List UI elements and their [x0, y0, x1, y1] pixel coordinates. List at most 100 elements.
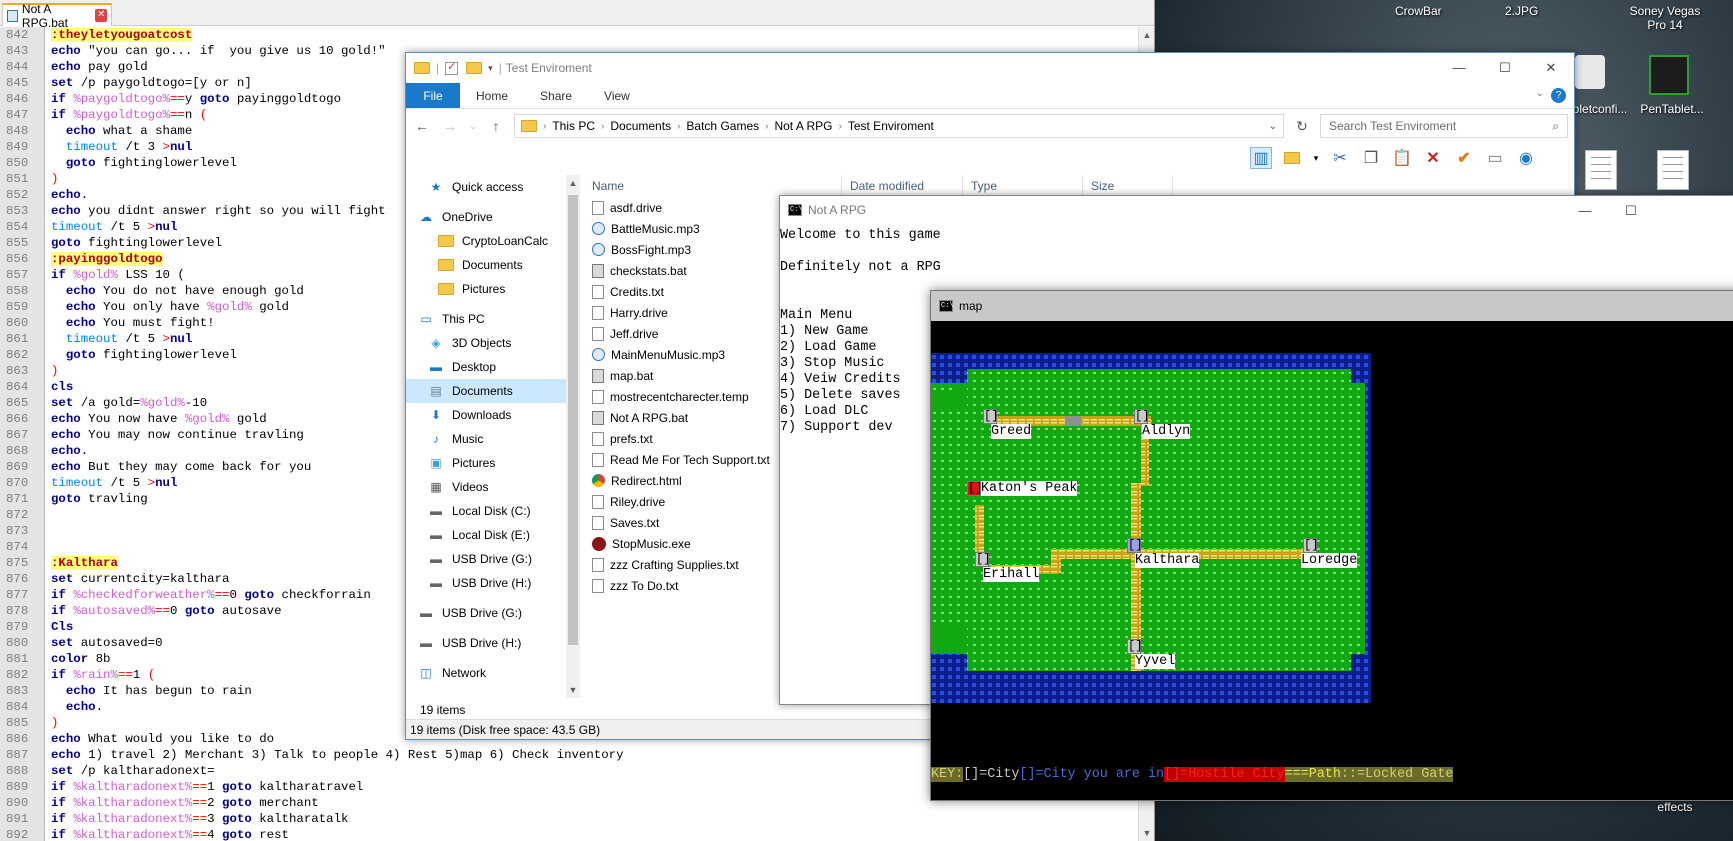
explorer-titlebar[interactable]: | ✓ ▾ | Test Enviroment — ☐ ✕ [406, 53, 1574, 83]
scroll-thumb[interactable] [568, 195, 578, 645]
desktop-icon-label[interactable]: 2.JPG [1505, 4, 1538, 18]
console-titlebar[interactable]: C:\ Not A RPG — ☐ [780, 196, 1733, 224]
back-arrow-icon[interactable]: ← [412, 118, 432, 134]
close-button[interactable]: ✕ [1528, 53, 1574, 83]
city-label-aldlyn[interactable]: Aldlyn [1142, 424, 1191, 439]
city-marker[interactable]: [] [983, 409, 998, 424]
nav-item[interactable]: ▬ Local Disk (E:) [406, 523, 573, 547]
delete-icon[interactable]: ✕ [1422, 147, 1444, 169]
minimize-button[interactable]: — [1436, 53, 1482, 83]
nav-item[interactable]: ▬ USB Drive (H:) [406, 631, 573, 655]
column-header-date-modified[interactable]: Date modified [842, 175, 963, 197]
scroll-down-icon[interactable]: ▼ [566, 682, 580, 698]
tab-file[interactable]: File [406, 83, 460, 108]
column-header-type[interactable]: Type [963, 175, 1083, 197]
nav-item[interactable]: ▬ USB Drive (G:) [406, 601, 573, 625]
city-marker[interactable]: [] [1303, 538, 1318, 553]
breadcrumb-item[interactable]: Documents [610, 119, 671, 133]
chevron-right-icon[interactable]: › [765, 121, 768, 132]
rename-icon[interactable]: ▭ [1484, 147, 1506, 169]
city-label-katons-peak[interactable]: Katon's Peak [981, 481, 1078, 496]
desktop-icon-label[interactable]: effects [1645, 800, 1705, 814]
document-icon[interactable] [1585, 150, 1617, 190]
breadcrumb-item[interactable]: Batch Games [686, 119, 759, 133]
city-label-erihall[interactable]: Erihall [983, 567, 1040, 582]
breadcrumb-item[interactable]: Not A RPG [774, 119, 832, 133]
desktop-icon-label[interactable]: Soney Vegas Pro 14 [1625, 4, 1705, 32]
city-marker[interactable]: [] [1134, 409, 1149, 424]
help-icon[interactable]: ? [1551, 88, 1566, 103]
maximize-button[interactable]: ☐ [1608, 196, 1654, 226]
scroll-up-icon[interactable]: ▲ [1139, 27, 1155, 43]
map-titlebar[interactable]: C:\ map [931, 291, 1733, 321]
address-dropdown-icon[interactable]: ⌄ [1269, 121, 1277, 132]
city-marker[interactable]: [] [975, 552, 990, 567]
nav-item[interactable]: ▭ This PC [406, 307, 573, 331]
chevron-down-icon[interactable]: ▾ [1312, 147, 1320, 169]
address-bar[interactable]: › This PC › Documents › Batch Games › No… [514, 114, 1284, 138]
scroll-up-icon[interactable]: ▲ [566, 175, 580, 191]
navigation-scrollbar[interactable]: ▲ ▼ [566, 175, 580, 698]
city-marker[interactable]: [] [1127, 639, 1142, 654]
chevron-right-icon[interactable]: › [543, 121, 546, 132]
properties-icon[interactable]: ◉ [1515, 147, 1537, 169]
editor-tab[interactable]: Not A RPG.bat ✕ [2, 2, 112, 30]
breadcrumb-item[interactable]: Test Enviroment [848, 119, 934, 133]
chevron-right-icon[interactable]: › [839, 121, 842, 132]
tab-share[interactable]: Share [524, 83, 588, 108]
quick-access-dropdown-icon[interactable]: ▾ [488, 63, 493, 74]
nav-item[interactable]: ☁ OneDrive [406, 205, 573, 229]
desktop-icon-label[interactable]: PenTablet... [1637, 102, 1707, 116]
nav-item[interactable]: ♪ Music [406, 427, 573, 451]
code-line[interactable]: if %kaltharadonext%==3 goto kaltharatalk [45, 811, 1154, 827]
checkmark-icon[interactable]: ✔ [1453, 147, 1475, 169]
nav-item[interactable]: ◈ 3D Objects [406, 331, 573, 355]
nav-item[interactable]: ▦ Videos [406, 475, 573, 499]
chevron-right-icon[interactable]: › [601, 121, 604, 132]
nav-item[interactable]: ▤ Documents [406, 379, 573, 403]
properties-icon[interactable]: ✓ [445, 61, 459, 75]
forward-arrow-icon[interactable]: → [440, 118, 460, 134]
up-arrow-icon[interactable]: ↑ [486, 118, 506, 134]
recent-dropdown-icon[interactable]: ⌄ [468, 121, 478, 132]
tab-home[interactable]: Home [460, 83, 524, 108]
nav-item[interactable]: CryptoLoanCalc [406, 229, 573, 253]
city-label-greed[interactable]: Greed [991, 424, 1032, 439]
nav-item[interactable]: ▬ USB Drive (G:) [406, 547, 573, 571]
code-line[interactable]: if %kaltharadonext%==4 goto rest [45, 827, 1154, 841]
scroll-down-icon[interactable]: ▼ [1139, 825, 1155, 841]
nav-item[interactable]: ★ Quick access [406, 175, 573, 199]
desktop-icon-label[interactable]: CrowBar [1395, 4, 1442, 18]
desktop-icon-label[interactable]: abletconfi... [1566, 102, 1626, 116]
nav-item[interactable]: ◫ Network [406, 661, 573, 685]
nav-item[interactable]: ⬇ Downloads [406, 403, 573, 427]
city-label-yyvel[interactable]: Yyvel [1135, 654, 1176, 669]
nav-item[interactable]: ▬ USB Drive (H:) [406, 571, 573, 595]
expand-ribbon-icon[interactable]: ⌄ [1536, 88, 1544, 99]
navigation-pane-icon[interactable]: ▥ [1250, 147, 1272, 169]
nav-item[interactable]: ▬ Local Disk (C:) [406, 499, 573, 523]
breadcrumb-item[interactable]: This PC [552, 119, 595, 133]
nav-item[interactable]: ▣ Pictures [406, 451, 573, 475]
search-input[interactable]: Search Test Enviroment ⌕ [1320, 114, 1568, 138]
column-header-name[interactable]: Name [584, 175, 842, 197]
column-header-size[interactable]: Size [1083, 175, 1173, 197]
current-city-marker[interactable]: [] [1127, 538, 1142, 553]
nav-item[interactable]: ▬ Desktop [406, 355, 573, 379]
document-icon[interactable] [1657, 150, 1689, 190]
cut-icon[interactable]: ✂ [1329, 147, 1351, 169]
pen-tablet-icon[interactable] [1649, 55, 1689, 95]
city-label-loredge[interactable]: Loredge [1301, 553, 1358, 568]
city-label-kalthara[interactable]: Kalthara [1135, 553, 1200, 568]
maximize-button[interactable]: ☐ [1482, 53, 1528, 83]
new-folder-icon[interactable] [466, 62, 483, 74]
hostile-city-marker[interactable]: [] [967, 481, 982, 496]
close-icon[interactable]: ✕ [95, 9, 107, 22]
gear-icon[interactable] [1575, 55, 1605, 89]
chevron-right-icon[interactable]: › [677, 121, 680, 132]
minimize-button[interactable]: — [1562, 196, 1608, 226]
new-folder-icon[interactable] [1281, 147, 1303, 169]
code-line[interactable]: :theyletyougoatcost [45, 27, 1154, 43]
nav-item[interactable]: Pictures [406, 277, 573, 301]
paste-icon[interactable]: 📋 [1391, 147, 1413, 169]
